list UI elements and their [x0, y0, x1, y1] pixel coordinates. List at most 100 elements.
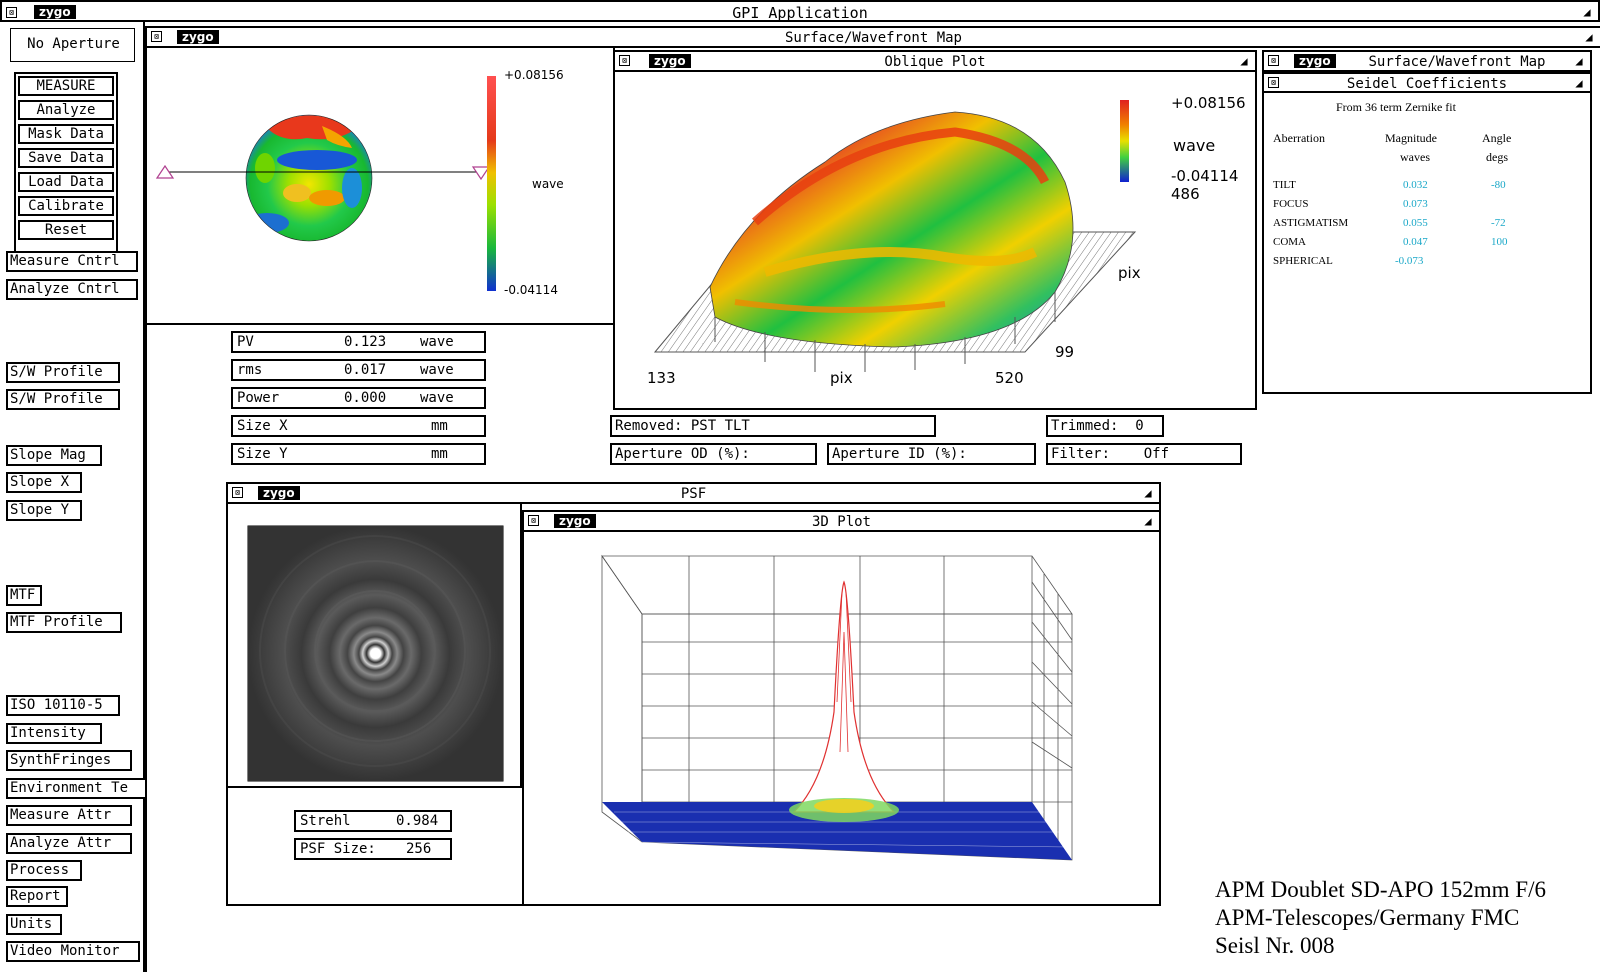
mtf-button[interactable]: MTF — [6, 585, 42, 606]
seidel-row-angle: -80 — [1491, 179, 1506, 191]
plot3d-title-bar[interactable]: ⊠ zygo 3D Plot ◢ — [524, 512, 1159, 532]
psf-title-bar[interactable]: ⊠ zygo PSF ◢ — [228, 484, 1159, 504]
power-value: 0.000 — [344, 390, 387, 406]
psf-size-value: 256 — [406, 841, 432, 857]
footer-line-1: APM Doublet SD-APO 152mm F/6 — [1215, 877, 1546, 902]
mask-data-button[interactable]: Mask Data — [18, 124, 114, 144]
seidel-col-magnitude: Magnitude — [1385, 131, 1437, 145]
plot3d-title: 3D Plot — [811, 514, 871, 530]
seidel-back-title: Surface/Wavefront Map — [1368, 54, 1546, 70]
zygo-logo: zygo — [258, 486, 300, 500]
seidel-title: Seidel Coefficients — [1346, 76, 1508, 92]
seidel-back-close-icon[interactable]: ⊠ — [1268, 55, 1279, 66]
seidel-row-name: COMA — [1273, 236, 1307, 248]
pv-value: 0.123 — [344, 334, 387, 350]
app-title-bar: ⊠ zygo GPI Application ◢ — [0, 0, 1600, 22]
aperture-id-field: Aperture ID (%): — [827, 443, 1036, 465]
psf-resize-icon[interactable]: ◢ — [1141, 486, 1155, 500]
power-unit: wave — [420, 390, 454, 406]
seidel-row-magnitude: 0.073 — [1403, 198, 1428, 210]
rms-label: rms — [237, 362, 263, 378]
psf-size-field: PSF Size: 256 — [294, 838, 452, 860]
measure-cntrl-button[interactable]: Measure Cntrl — [6, 251, 138, 272]
seidel-col-aberration: Aberration — [1273, 131, 1325, 145]
left-sidebar: No Aperture MEASURE Analyze Mask Data Sa… — [0, 22, 145, 972]
seidel-back-window: ⊠ zygo Surface/Wavefront Map ◢ ⊠ Seidel … — [1262, 50, 1592, 394]
pv-field: PV 0.123 wave — [231, 331, 486, 353]
strehl-value: 0.984 — [396, 813, 439, 829]
slope-y-button[interactable]: Slope Y — [6, 500, 82, 521]
slope-mag-button[interactable]: Slope Mag — [6, 445, 102, 466]
analyze-attr-button[interactable]: Analyze Attr — [6, 833, 132, 854]
surface-close-icon[interactable]: ⊠ — [151, 31, 162, 42]
plot3d-close-icon[interactable]: ⊠ — [528, 515, 539, 526]
intensity-button[interactable]: Intensity — [6, 723, 102, 744]
map-scale-min: -0.04114 — [504, 283, 558, 297]
rms-value: 0.017 — [344, 362, 387, 378]
footer-line-2: APM-Telescopes/Germany FMC — [1215, 905, 1520, 930]
seidel-close-icon[interactable]: ⊠ — [1268, 77, 1279, 88]
sw-profile-button-2[interactable]: S/W Profile — [6, 389, 120, 410]
psf-size-label: PSF Size: — [300, 841, 376, 857]
oblique-close-icon[interactable]: ⊠ — [619, 55, 630, 66]
oblique-title-bar[interactable]: ⊠ zygo Oblique Plot ◢ — [615, 52, 1255, 72]
psf-title: PSF — [680, 486, 707, 502]
environment-button[interactable]: Environment Te — [6, 778, 145, 799]
seidel-resize-icon[interactable]: ◢ — [1572, 76, 1586, 90]
removed-field: Removed: PST TLT — [610, 415, 936, 437]
measure-attr-button[interactable]: Measure Attr — [6, 805, 132, 826]
oblique-x-max: 520 — [995, 369, 1024, 387]
oblique-y-label: pix — [1118, 264, 1141, 282]
seidel-title-bar[interactable]: ⊠ Seidel Coefficients ◢ — [1264, 72, 1590, 93]
video-monitor-button[interactable]: Video Monitor — [6, 941, 140, 962]
filter-field: Filter: Off — [1046, 443, 1242, 465]
rms-field: rms 0.017 wave — [231, 359, 486, 381]
surface-window-title: Surface/Wavefront Map — [784, 30, 962, 46]
analyze-cntrl-button[interactable]: Analyze Cntrl — [6, 279, 138, 300]
psf-close-icon[interactable]: ⊠ — [232, 487, 243, 498]
sw-profile-button-1[interactable]: S/W Profile — [6, 362, 120, 383]
plot3d-resize-icon[interactable]: ◢ — [1141, 514, 1155, 528]
measure-button[interactable]: MEASURE — [18, 76, 114, 96]
trimmed-field: Trimmed: 0 — [1046, 415, 1164, 437]
oblique-resize-icon[interactable]: ◢ — [1237, 54, 1251, 68]
units-button[interactable]: Units — [6, 914, 62, 935]
report-button[interactable]: Report — [6, 886, 68, 907]
zygo-logo: zygo — [34, 5, 76, 19]
mtf-profile-button[interactable]: MTF Profile — [6, 612, 122, 633]
save-data-button[interactable]: Save Data — [18, 148, 114, 168]
analyze-button[interactable]: Analyze — [18, 100, 114, 120]
seidel-row-angle: 100 — [1491, 236, 1508, 248]
slope-x-button[interactable]: Slope X — [6, 472, 82, 493]
seidel-back-title-bar[interactable]: ⊠ zygo Surface/Wavefront Map ◢ — [1264, 52, 1590, 72]
iso-button[interactable]: ISO 10110-5 — [6, 695, 120, 716]
process-button[interactable]: Process — [6, 860, 82, 881]
seidel-back-resize-icon[interactable]: ◢ — [1572, 54, 1586, 68]
app-resize-icon[interactable]: ◢ — [1580, 5, 1594, 19]
plot3d-window: ⊠ zygo 3D Plot ◢ — [522, 510, 1159, 904]
reset-button[interactable]: Reset — [18, 220, 114, 240]
load-data-button[interactable]: Load Data — [18, 172, 114, 192]
psf-window: ⊠ zygo PSF ◢ Strehl 0.984 PSF Size: 256 … — [226, 482, 1161, 906]
plot3d-chart — [601, 554, 1073, 861]
size-x-field: Size X mm — [231, 415, 486, 437]
seidel-row-name: SPHERICAL — [1273, 255, 1333, 267]
synthfringes-button[interactable]: SynthFringes — [6, 750, 132, 771]
surface-window-title-bar[interactable]: ⊠ zygo Surface/Wavefront Map ◢ — [147, 28, 1600, 48]
map-scale-max: +0.08156 — [504, 68, 564, 82]
surface-resize-icon[interactable]: ◢ — [1582, 30, 1596, 44]
map-scale-unit: wave — [532, 177, 564, 191]
calibrate-button[interactable]: Calibrate — [18, 196, 114, 216]
pv-unit: wave — [420, 334, 454, 350]
power-label: Power — [237, 390, 280, 406]
app-close-icon[interactable]: ⊠ — [6, 7, 17, 18]
aperture-od-field: Aperture OD (%): — [610, 443, 817, 465]
zygo-logo: zygo — [177, 30, 219, 44]
seidel-col-magnitude-unit: waves — [1400, 150, 1430, 164]
psf-image-panel — [228, 504, 522, 788]
aperture-status: No Aperture — [10, 28, 135, 62]
power-field: Power 0.000 wave — [231, 387, 486, 409]
seidel-row-angle: -72 — [1491, 217, 1506, 229]
oblique-scale-unit: wave — [1173, 136, 1216, 155]
measure-button-group: MEASURE Analyze Mask Data Save Data Load… — [14, 72, 118, 264]
